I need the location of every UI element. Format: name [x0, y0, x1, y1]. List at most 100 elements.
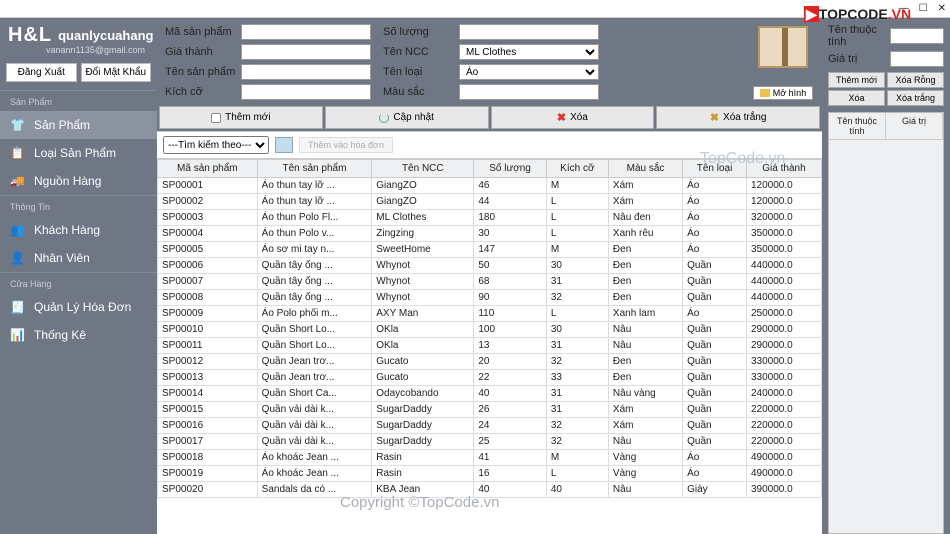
table-row[interactable]: SP00013Quần Jean trơ...Gucato2233ĐenQuần… [158, 370, 822, 386]
table-cell: Quần [683, 322, 747, 338]
table-header[interactable]: Tên NCC [372, 160, 474, 178]
close-icon[interactable]: ✕ [938, 3, 946, 14]
input-attr-name[interactable] [890, 28, 944, 44]
table-cell: 320000.0 [746, 210, 821, 226]
table-cell: Quần Short Lo... [257, 322, 372, 338]
table-cell: M [546, 178, 608, 194]
table-row[interactable]: SP00005Áo sơ mi tay n...SweetHome147MĐen… [158, 242, 822, 258]
section-header-info: Thông Tin [0, 195, 157, 216]
nav-customers[interactable]: 👥Khách Hàng [0, 216, 157, 244]
list-view-icon[interactable] [275, 137, 293, 153]
table-cell: OKla [372, 338, 474, 354]
table-row[interactable]: SP00002Áo thun tay lỡ ...GiangZO44LXámÁo… [158, 194, 822, 210]
table-row[interactable]: SP00006Quần tây ống ...Whynot5030ĐenQuần… [158, 258, 822, 274]
attr-clear-button[interactable]: Xóa trắng [887, 90, 944, 106]
table-cell: 32 [546, 434, 608, 450]
table-cell: 30 [474, 226, 546, 242]
table-cell: Xanh rêu [608, 226, 682, 242]
table-cell: 33 [546, 370, 608, 386]
nav-invoices[interactable]: 🧾Quản Lý Hóa Đơn [0, 293, 157, 321]
brand-logo: H&L [8, 24, 52, 47]
table-row[interactable]: SP00017Quần vải dài k...SugarDaddy2532Nâ… [158, 434, 822, 450]
product-table-wrap[interactable]: Mã sản phẩmTên sản phẩmTên NCCSố lượngKí… [157, 159, 822, 534]
table-cell: 32 [546, 354, 608, 370]
update-button[interactable]: Cập nhật [325, 106, 489, 129]
attr-empty-button[interactable]: Xóa Rỗng [887, 72, 944, 88]
folder-icon [760, 89, 770, 97]
change-password-button[interactable]: Đổi Mật Khẩu [81, 63, 152, 82]
table-cell: L [546, 306, 608, 322]
table-header[interactable]: Màu sắc [608, 160, 682, 178]
select-supplier[interactable]: ML Clothes [459, 44, 599, 60]
input-product-name[interactable] [241, 64, 371, 80]
table-cell: Quần [683, 370, 747, 386]
table-cell: Giày [683, 482, 747, 498]
table-cell: 290000.0 [746, 338, 821, 354]
nav-product-types[interactable]: 📋Loại Sản Phẩm [0, 139, 157, 167]
table-row[interactable]: SP00009Áo Polo phối m...AXY Man110LXanh … [158, 306, 822, 322]
table-cell: SugarDaddy [372, 418, 474, 434]
table-row[interactable]: SP00010Quần Short Lo...OKla10030NâuQuần2… [158, 322, 822, 338]
table-row[interactable]: SP00018Áo khoác Jean ...Rasin41MVàngÁo49… [158, 450, 822, 466]
table-header[interactable]: Kích cỡ [546, 160, 608, 178]
table-cell: Zingzing [372, 226, 474, 242]
table-cell: SweetHome [372, 242, 474, 258]
nav-suppliers[interactable]: 🚚Nguồn Hàng [0, 167, 157, 195]
search-by-select[interactable]: ---Tìm kiếm theo--- [163, 136, 269, 154]
label-product-code: Mã sản phẩm [165, 26, 237, 38]
table-row[interactable]: SP00019Áo khoác Jean ...Rasin16LVàngÁo49… [158, 466, 822, 482]
table-cell: 240000.0 [746, 386, 821, 402]
table-row[interactable]: SP00014Quần Short Ca...Odaycobando4031Nâ… [158, 386, 822, 402]
table-cell: 250000.0 [746, 306, 821, 322]
table-cell: SP00016 [158, 418, 258, 434]
table-header[interactable]: Tên sản phẩm [257, 160, 372, 178]
input-quantity[interactable] [459, 24, 599, 40]
input-color[interactable] [459, 84, 599, 100]
add-button[interactable]: Thêm mới [159, 106, 323, 129]
table-cell: SP00007 [158, 274, 258, 290]
table-cell: Whynot [372, 258, 474, 274]
logout-button[interactable]: Đăng Xuất [6, 63, 77, 82]
table-cell: 147 [474, 242, 546, 258]
table-cell: 32 [546, 418, 608, 434]
table-cell: Áo [683, 466, 747, 482]
table-cell: 24 [474, 418, 546, 434]
input-size[interactable] [241, 84, 371, 100]
table-cell: L [546, 466, 608, 482]
delete-button[interactable]: ✖Xóa [491, 106, 655, 129]
table-cell: Quần [683, 274, 747, 290]
table-cell: M [546, 242, 608, 258]
table-row[interactable]: SP00011Quần Short Lo...OKla1331NâuQuần29… [158, 338, 822, 354]
table-row[interactable]: SP00001Áo thun tay lỡ ...GiangZO46MXámÁo… [158, 178, 822, 194]
table-cell: 120000.0 [746, 194, 821, 210]
nav-stats[interactable]: 📊Thống Kê [0, 321, 157, 349]
table-row[interactable]: SP00007Quần tây ống ...Whynot6831ĐenQuần… [158, 274, 822, 290]
open-image-button[interactable]: Mở hình [753, 86, 813, 100]
attr-add-button[interactable]: Thêm mới [828, 72, 885, 88]
clear-button[interactable]: ✖Xóa trắng [656, 106, 820, 129]
table-header[interactable]: Mã sản phẩm [158, 160, 258, 178]
table-row[interactable]: SP00008Quần tây ống ...Whynot9032ĐenQuần… [158, 290, 822, 306]
input-product-code[interactable] [241, 24, 371, 40]
attr-th-value: Giá trị [886, 113, 943, 139]
table-row[interactable]: SP00016Quần vải dài k...SugarDaddy2432Xá… [158, 418, 822, 434]
table-header[interactable]: Số lượng [474, 160, 546, 178]
select-type[interactable]: Áo [459, 64, 599, 80]
nav-staff[interactable]: 👤Nhân Viên [0, 244, 157, 272]
table-cell: 44 [474, 194, 546, 210]
table-row[interactable]: SP00015Quần vải dài k...SugarDaddy2631Xá… [158, 402, 822, 418]
table-cell: 220000.0 [746, 418, 821, 434]
table-cell: Đen [608, 354, 682, 370]
input-attr-value[interactable] [890, 51, 944, 67]
table-cell: SP00001 [158, 178, 258, 194]
table-row[interactable]: SP00004Áo thun Polo v...Zingzing30LXanh … [158, 226, 822, 242]
table-cell: 290000.0 [746, 322, 821, 338]
label-attr-name: Tên thuộc tính [828, 24, 886, 48]
nav-products[interactable]: 👕Sản Phẩm [0, 111, 157, 139]
table-row[interactable]: SP00012Quần Jean trơ...Gucato2032ĐenQuần… [158, 354, 822, 370]
maximize-icon[interactable]: ☐ [919, 3, 928, 14]
table-row[interactable]: SP00003Áo thun Polo Fl...ML Clothes180LN… [158, 210, 822, 226]
attr-delete-button[interactable]: Xóa [828, 90, 885, 106]
label-price: Giá thành [165, 46, 237, 58]
input-price[interactable] [241, 44, 371, 60]
